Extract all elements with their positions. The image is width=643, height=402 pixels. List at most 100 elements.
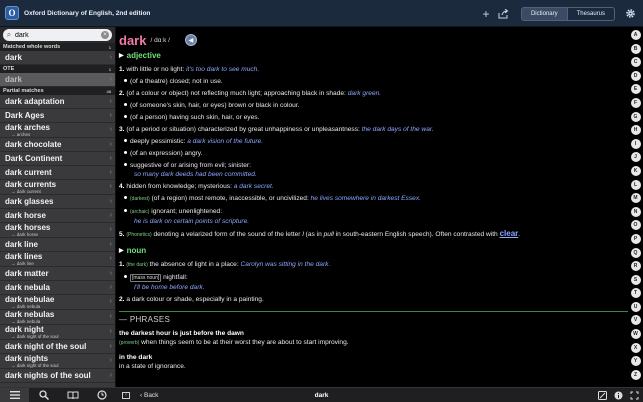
tab-book[interactable] (58, 388, 87, 402)
chevron-right-icon: › (109, 226, 112, 233)
alphabet-letter[interactable]: T (630, 288, 641, 299)
alphabet-letter[interactable]: I (630, 138, 641, 149)
list-item-redirect: → dark line (11, 260, 34, 266)
pos-adjective[interactable]: ▶ adjective (119, 49, 628, 62)
list-item[interactable]: dark line › (0, 238, 115, 252)
back-label: Back (143, 391, 159, 399)
definition: when things seem to be at their worst th… (141, 339, 349, 346)
list-item-label: dark nights of the soul (5, 371, 91, 380)
tab-history[interactable] (87, 388, 116, 402)
chevron-right-icon: › (109, 155, 112, 162)
alphabet-letter[interactable]: J (630, 152, 641, 163)
definition: hidden from knowledge; mysterious: (126, 183, 232, 190)
list-item[interactable]: dark adaptation › (0, 95, 115, 109)
alphabet-letter[interactable]: W (630, 329, 641, 340)
alphabet-letter[interactable]: C (630, 57, 641, 68)
list-item[interactable]: dark horse › (0, 209, 115, 223)
list-item[interactable]: dark nebulae → dark nebula › (0, 295, 115, 310)
sidebar-toggle-icon[interactable]: ‹ (122, 391, 130, 399)
definition: (of a person) having such skin, hair, or… (130, 114, 260, 121)
sense-number: 3. (119, 126, 125, 133)
gear-icon[interactable] (621, 5, 639, 23)
bullet (124, 139, 127, 142)
alphabet-letter[interactable]: M (630, 193, 641, 204)
section-header-label: Matched whole words (3, 44, 61, 50)
list-item[interactable]: dark nights → dark night of the soul › (0, 354, 115, 369)
list-item[interactable]: dark matter › (0, 267, 115, 281)
list-item[interactable]: dark nights of the soul › (0, 369, 115, 383)
alphabet-letter[interactable]: U (630, 301, 641, 312)
sense-4: 4. hidden from knowledge; mysterious: a … (119, 182, 628, 191)
example: so many dark deeds had been committed. (134, 171, 257, 178)
alphabet-letter[interactable]: F (630, 97, 641, 108)
list-item[interactable]: dark nebulas → dark nebula › (0, 310, 115, 325)
speaker-icon[interactable]: ◀ (184, 34, 197, 46)
list-item[interactable]: dark glasses › (0, 195, 115, 209)
tab-search[interactable] (29, 388, 58, 402)
list-item[interactable]: dark chocolate › (0, 138, 115, 152)
definition: with little or no light: (126, 66, 185, 73)
bottom-bar: ‹ ‹ Back dark (0, 387, 643, 402)
list-item-redirect: → dark nebula (11, 318, 41, 324)
entry-content: dark / dɑːk / ◀ ▶ adjective 1. with littl… (117, 27, 628, 387)
list-item[interactable]: Dark Ages › (0, 109, 115, 123)
list-item-matched-dark[interactable]: dark › (0, 51, 115, 65)
back-navigation: ‹ ‹ Back (122, 391, 158, 399)
alphabet-letter[interactable]: X (630, 342, 641, 353)
back-button[interactable]: ‹ Back (140, 392, 158, 399)
list-item[interactable]: dark night → dark night of the soul › (0, 325, 115, 340)
bullet (124, 196, 127, 199)
bullet (124, 115, 127, 118)
definition: (of an expression) angry. (130, 150, 203, 157)
sense-number: 2. (119, 296, 125, 303)
list-item[interactable]: dark horses → dark horse › (0, 223, 115, 238)
alphabet-letter[interactable]: N (630, 206, 641, 217)
alphabet-letter[interactable]: G (630, 111, 641, 122)
pos-noun[interactable]: ▶ noun (119, 244, 628, 257)
share-icon[interactable] (495, 5, 513, 23)
list-item-label: dark (5, 53, 22, 62)
tab-list[interactable] (0, 387, 29, 402)
add-bookmark-icon[interactable]: + (477, 5, 495, 23)
tab-dictionary[interactable]: Dictionary (520, 6, 568, 21)
list-item-redirect: → dark nebula (11, 303, 41, 309)
alphabet-letter[interactable]: Z (630, 369, 641, 380)
noun-sense-2: 2. a dark colour or shade, especially in… (119, 295, 628, 304)
alphabet-letter[interactable]: Y (630, 356, 641, 367)
alphabet-letter[interactable]: B (630, 43, 641, 54)
headword: dark (119, 32, 147, 48)
alphabet-letter[interactable]: Q (630, 247, 641, 258)
subsense: deeply pessimistic: a dark vision of the… (119, 137, 628, 146)
alphabet-letter[interactable]: D (630, 70, 641, 81)
alphabet-letter[interactable]: O (630, 220, 641, 231)
alphabet-letter[interactable]: S (630, 274, 641, 285)
list-item[interactable]: dark nebula › (0, 281, 115, 295)
list-item[interactable]: dark arches → arches › (0, 123, 115, 138)
list-item[interactable]: Dark Continent › (0, 152, 115, 166)
list-item[interactable]: dark current › (0, 166, 115, 180)
alphabet-letter[interactable]: V (630, 315, 641, 326)
clear-search-icon[interactable]: × (101, 31, 109, 39)
list-item-label: dark horse (5, 211, 46, 220)
info-icon[interactable] (613, 391, 623, 401)
search-input[interactable] (15, 31, 95, 39)
list-item-ote-dark[interactable]: dark › (0, 73, 115, 87)
alphabet-letter[interactable]: P (630, 233, 641, 244)
alphabet-letter[interactable]: R (630, 261, 641, 272)
expand-icon[interactable] (629, 391, 639, 401)
sense-3: 3. (of a period or situation) characteri… (119, 125, 628, 134)
alphabet-letter[interactable]: L (630, 179, 641, 190)
edit-note-icon[interactable] (597, 391, 607, 401)
tab-thesaurus[interactable]: Thesaurus (567, 6, 615, 21)
alphabet-letter[interactable]: K (630, 165, 641, 176)
cross-reference-link[interactable]: clear (500, 229, 519, 238)
list-item[interactable]: dark currents → dark current › (0, 180, 115, 195)
register-label: (archaic) (130, 209, 150, 215)
list-item[interactable]: dark night of the soul › (0, 340, 115, 354)
alphabet-letter[interactable]: E (630, 84, 641, 95)
list-item-label: dark currents (5, 179, 57, 189)
chevron-right-icon: › (109, 126, 112, 133)
list-item[interactable]: dark lines → dark line › (0, 252, 115, 267)
alphabet-letter[interactable]: H (630, 125, 641, 136)
alphabet-letter[interactable]: A (630, 30, 641, 40)
